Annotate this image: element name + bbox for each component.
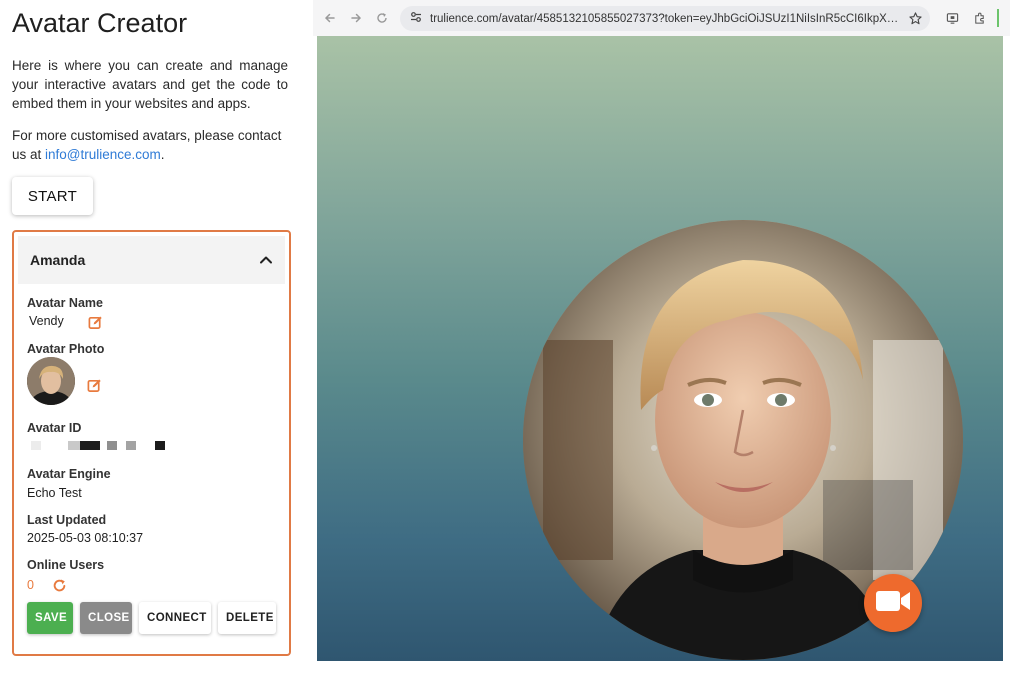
last-updated-value: 2025-05-03 08:10:37 bbox=[27, 531, 144, 545]
avatar-engine-value: Echo Test bbox=[27, 486, 82, 500]
browser-window: trulience.com/avatar/4585132105855027373… bbox=[313, 0, 1010, 674]
video-camera-icon bbox=[875, 588, 911, 619]
online-users-value: 0 bbox=[27, 578, 34, 592]
avatar-preview-viewport bbox=[317, 36, 1003, 661]
extensions-icon[interactable] bbox=[970, 9, 988, 27]
refresh-icon[interactable] bbox=[52, 578, 67, 593]
connect-button[interactable]: CONNECT bbox=[139, 602, 211, 634]
avatar-engine-label: Avatar Engine bbox=[27, 467, 111, 481]
online-users-label: Online Users bbox=[27, 558, 105, 572]
save-button[interactable]: SAVE bbox=[27, 602, 73, 634]
edit-name-icon[interactable] bbox=[88, 315, 103, 330]
toolbar-edge-indicator bbox=[997, 9, 999, 27]
card-actions: SAVE CLOSE CONNECT DELETE bbox=[27, 602, 276, 634]
page-title: Avatar Creator bbox=[12, 8, 188, 38]
address-bar[interactable]: trulience.com/avatar/4585132105855027373… bbox=[400, 6, 930, 31]
site-settings-icon[interactable] bbox=[410, 11, 422, 26]
contact-text: For more customised avatars, please cont… bbox=[12, 126, 288, 164]
avatar-card: Amanda Avatar Name Vendy Avatar Photo Av… bbox=[12, 230, 291, 656]
edit-photo-icon[interactable] bbox=[87, 378, 102, 393]
chevron-up-icon[interactable] bbox=[259, 253, 273, 267]
avatar-photo-thumbnail bbox=[27, 357, 75, 405]
delete-button[interactable]: DELETE bbox=[218, 602, 276, 634]
start-button[interactable]: START bbox=[12, 177, 93, 215]
reload-icon[interactable] bbox=[371, 7, 393, 29]
contact-suffix: . bbox=[160, 147, 165, 162]
avatar-id-label: Avatar ID bbox=[27, 421, 82, 435]
video-call-button[interactable] bbox=[864, 574, 922, 632]
avatar-name-label: Avatar Name bbox=[27, 296, 103, 310]
bookmark-star-icon[interactable] bbox=[906, 9, 924, 27]
back-icon[interactable] bbox=[319, 7, 341, 29]
intro-text: Here is where you can create and manage … bbox=[12, 58, 288, 111]
url-text: trulience.com/avatar/4585132105855027373… bbox=[430, 12, 900, 25]
avatar-name-value: Vendy bbox=[29, 314, 64, 328]
cast-icon[interactable] bbox=[943, 9, 961, 27]
avatar-card-header[interactable]: Amanda bbox=[18, 236, 285, 284]
browser-toolbar: trulience.com/avatar/4585132105855027373… bbox=[313, 0, 1010, 36]
contact-email-link[interactable]: info@trulience.com bbox=[45, 147, 161, 162]
avatar-creator-panel: Avatar Creator Here is where you can cre… bbox=[0, 0, 300, 674]
forward-icon[interactable] bbox=[345, 7, 367, 29]
avatar-photo-label: Avatar Photo bbox=[27, 342, 105, 356]
close-button[interactable]: CLOSE bbox=[80, 602, 132, 634]
avatar-card-title: Amanda bbox=[30, 252, 86, 268]
last-updated-label: Last Updated bbox=[27, 513, 107, 527]
